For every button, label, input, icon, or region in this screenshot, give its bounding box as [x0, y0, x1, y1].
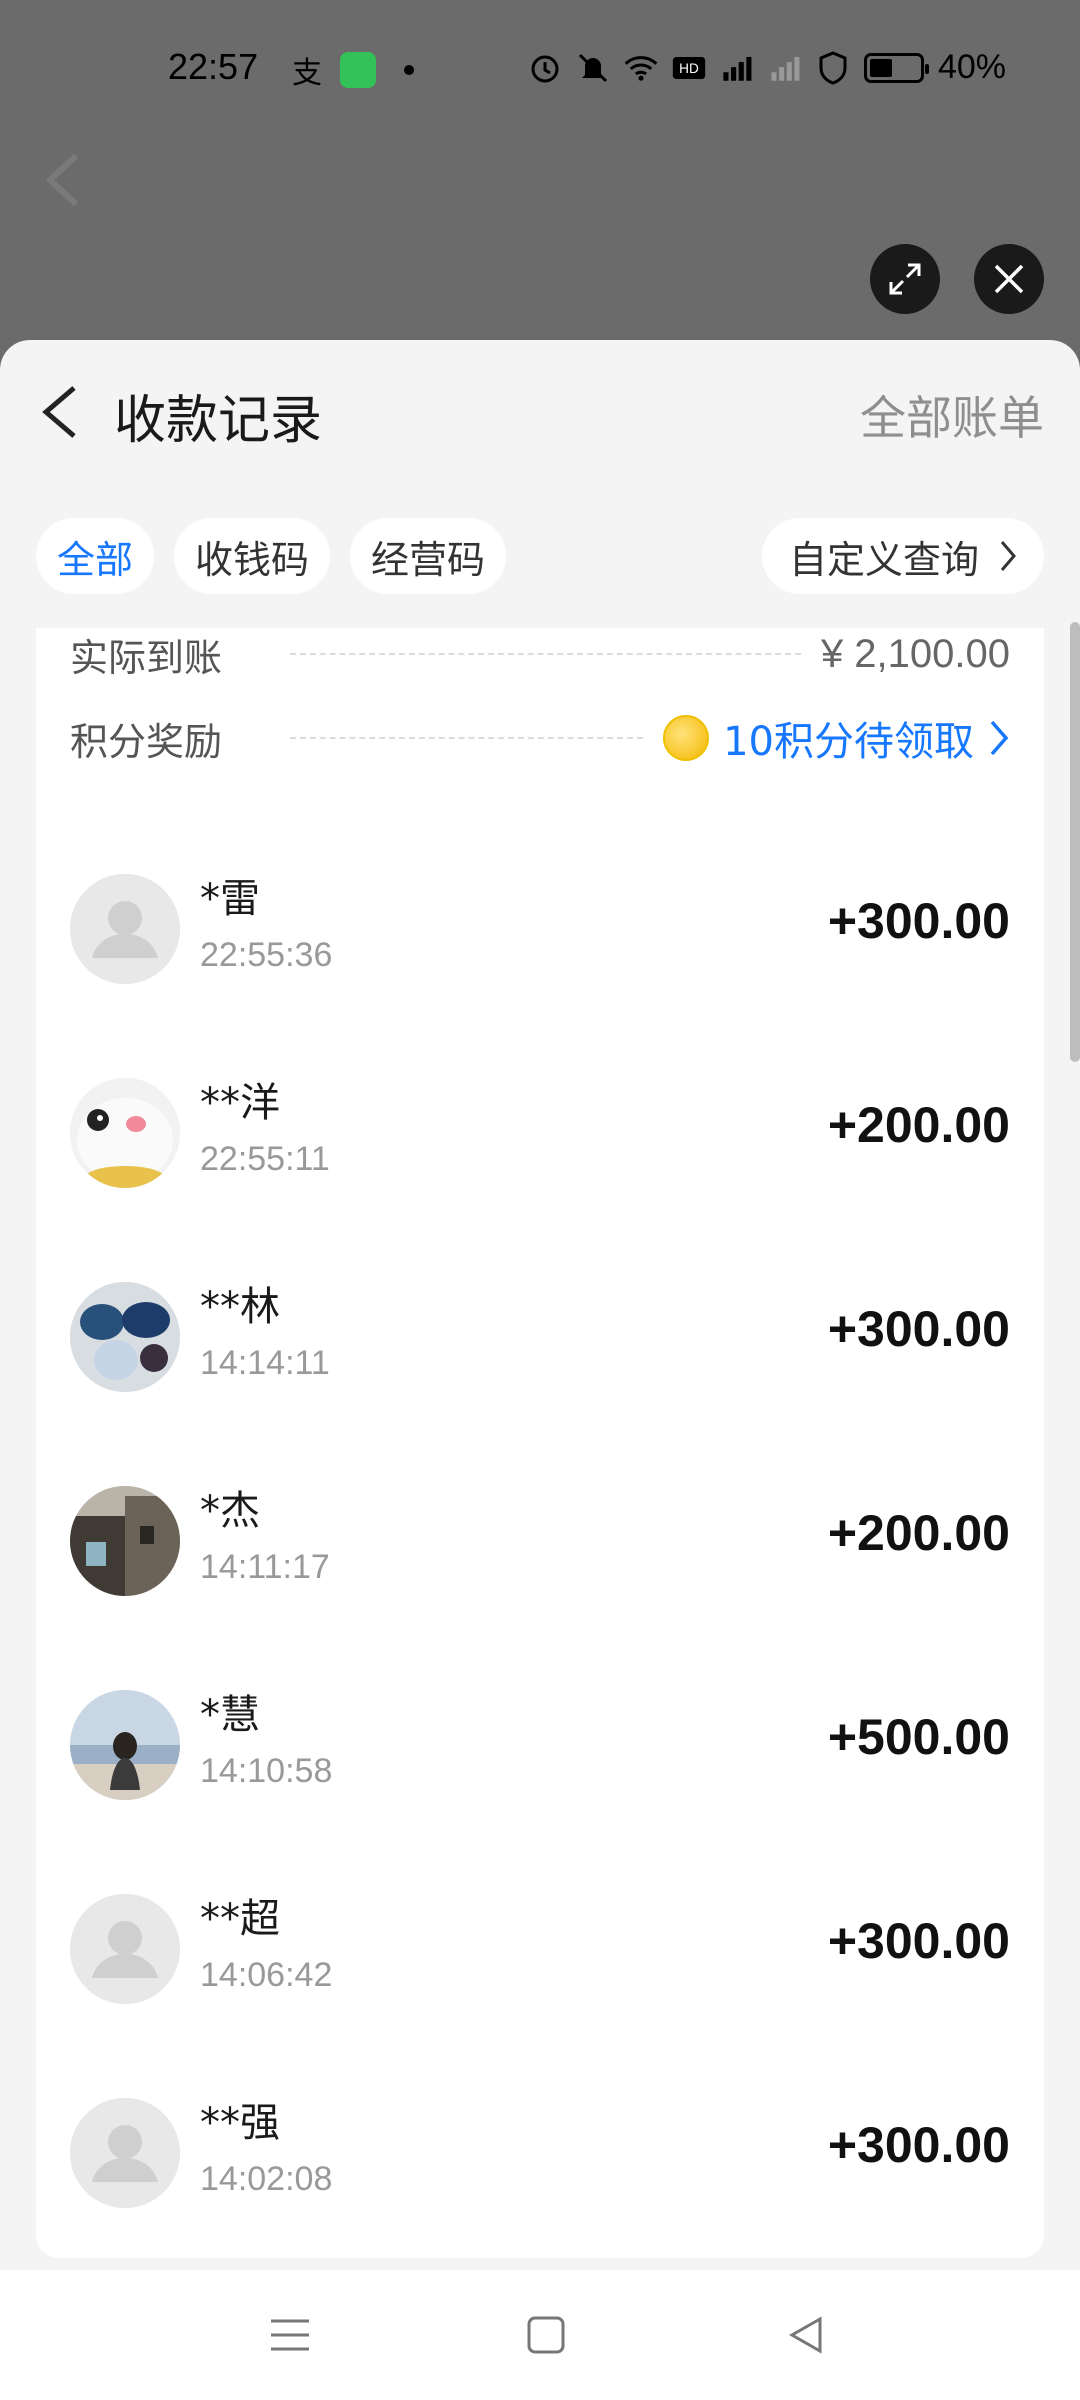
filter-chip-business-code[interactable]: 经营码 [350, 518, 506, 594]
nav-back-button[interactable] [776, 2310, 836, 2360]
status-left-icons: 支 [292, 48, 414, 92]
sheet-header: 收款记录 全部账单 [0, 340, 1080, 480]
points-claim-link[interactable]: 10积分待领取 [663, 709, 1010, 767]
transaction-row[interactable]: **林 14:14:11 +300.00 [36, 1256, 1044, 1460]
payer-name: *慧 [200, 1692, 260, 1738]
points-reward-row: 积分奖励 10积分待领取 [70, 698, 1010, 778]
avatar [70, 1078, 180, 1188]
filter-chip-all[interactable]: 全部 [36, 518, 154, 594]
payment-records-sheet: 收款记录 全部账单 全部 收钱码 经营码 自定义查询 实际到账 ¥ 2,100.… [0, 340, 1080, 2270]
battery-icon [863, 52, 929, 83]
transaction-time: 14:02:08 [200, 2160, 333, 2198]
custom-query-button[interactable]: 自定义查询 [762, 518, 1044, 594]
page-title: 收款记录 [114, 391, 323, 451]
status-right-icons: HD 40% [528, 48, 1006, 87]
transaction-amount: +300.00 [827, 1301, 1010, 1357]
payer-name: *雷 [200, 876, 260, 922]
transaction-amount: +200.00 [827, 1505, 1010, 1561]
close-button[interactable] [974, 244, 1044, 314]
transaction-row[interactable]: *雷 22:55:36 +300.00 [36, 848, 1044, 1052]
filter-chip-collect-code[interactable]: 收钱码 [174, 518, 330, 594]
avatar [70, 1282, 180, 1392]
chevron-right-icon [1000, 541, 1016, 571]
system-nav-bar [0, 2270, 1080, 2400]
actual-received-label: 实际到账 [70, 635, 223, 680]
transaction-time: 22:55:36 [200, 936, 333, 974]
payer-name: **洋 [200, 1080, 280, 1126]
battery-fill [869, 58, 892, 77]
signal-5g-icon [720, 51, 754, 85]
transaction-row[interactable]: **洋 22:55:11 +200.00 [36, 1052, 1044, 1256]
payer-name: **超 [200, 1896, 280, 1942]
avatar [70, 1690, 180, 1800]
payer-name: **强 [200, 2100, 280, 2146]
transaction-amount: +300.00 [827, 893, 1010, 949]
avatar [70, 1894, 180, 2004]
transaction-time: 14:10:58 [200, 1752, 333, 1790]
avatar [70, 2098, 180, 2208]
coin-icon [663, 715, 710, 761]
records-card: 实际到账 ¥ 2,100.00 积分奖励 10积分待领取 *雷 22:55:36 +… [36, 628, 1044, 2258]
notification-dot-icon [404, 65, 414, 75]
signal-off-icon [768, 51, 802, 85]
avatar [70, 1486, 180, 1596]
points-reward-value: 10积分待领取 [723, 719, 974, 765]
mute-icon [576, 51, 610, 85]
battery-percent: 40% [937, 48, 1006, 86]
close-icon [994, 264, 1024, 294]
nav-home-button[interactable] [516, 2310, 576, 2360]
transaction-time: 14:11:17 [200, 1548, 330, 1586]
transaction-row[interactable]: *杰 14:11:17 +200.00 [36, 1460, 1044, 1664]
dashed-divider [290, 653, 801, 655]
status-bar: 22:57 支 HD 40% [0, 0, 1080, 140]
avatar [70, 874, 180, 984]
expand-icon [889, 263, 921, 295]
scrollbar[interactable] [1070, 622, 1080, 1062]
actual-received-row: 实际到账 ¥ 2,100.00 [70, 614, 1010, 694]
status-time: 22:57 [168, 46, 259, 87]
transaction-amount: +300.00 [827, 2117, 1010, 2173]
hd-icon: HD [672, 51, 706, 85]
alarm-icon [528, 51, 562, 85]
transaction-amount: +500.00 [827, 1709, 1010, 1765]
transaction-time: 22:55:11 [200, 1140, 330, 1178]
dashed-divider [290, 737, 644, 739]
transaction-amount: +300.00 [827, 1913, 1010, 1969]
transaction-time: 14:06:42 [200, 1956, 333, 1994]
security-shield-icon [816, 50, 850, 85]
wifi-icon [624, 51, 658, 85]
transaction-list: *雷 22:55:36 +300.00 **洋 22:55:11 +200.00 **林 14… [36, 848, 1044, 2270]
transaction-row[interactable]: **超 14:06:42 +300.00 [36, 1868, 1044, 2072]
actual-received-value: ¥ 2,100.00 [820, 631, 1010, 676]
svg-text:HD: HD [679, 61, 699, 76]
back-icon[interactable] [36, 382, 86, 442]
transaction-row[interactable]: *慧 14:10:58 +500.00 [36, 1664, 1044, 1868]
message-icon [340, 52, 376, 88]
nav-menu-button[interactable] [260, 2310, 320, 2360]
transaction-amount: +200.00 [827, 1097, 1010, 1153]
chevron-right-icon [990, 720, 1009, 756]
home-square-icon [527, 2316, 565, 2354]
all-bills-link[interactable]: 全部账单 [860, 382, 1044, 448]
background-back-icon [45, 153, 79, 207]
points-reward-label: 积分奖励 [70, 719, 223, 764]
menu-icon [271, 2319, 309, 2351]
transaction-row[interactable]: **强 14:02:08 +300.00 [36, 2072, 1044, 2270]
payer-name: *杰 [200, 1488, 260, 1534]
expand-button[interactable] [870, 244, 940, 314]
back-triangle-icon [788, 2316, 822, 2354]
payer-name: **林 [200, 1284, 280, 1330]
custom-query-label: 自定义查询 [788, 537, 979, 582]
transaction-time: 14:14:11 [200, 1344, 330, 1382]
alipay-icon: 支 [292, 56, 322, 91]
